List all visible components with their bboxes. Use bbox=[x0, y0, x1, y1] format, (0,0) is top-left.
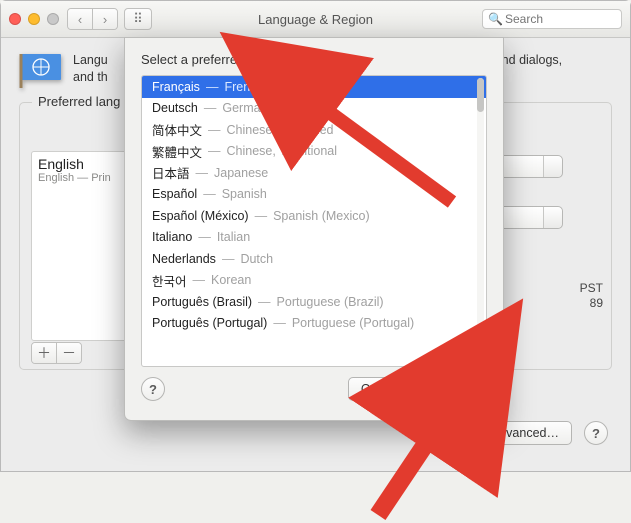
grid-icon: ⠿ bbox=[133, 11, 143, 27]
cancel-button-label: Cancel bbox=[361, 382, 400, 396]
advanced-button[interactable]: Advanced… bbox=[478, 421, 572, 445]
language-picker-list[interactable]: Français—FrenchDeutsch—German简体中文—Chines… bbox=[141, 75, 487, 367]
search-icon: 🔍 bbox=[488, 12, 503, 26]
language-native: Français bbox=[152, 80, 200, 94]
add-language-sheet: Select a preferred language to add: Fran… bbox=[124, 37, 504, 421]
language-native: Português (Brasil) bbox=[152, 295, 252, 309]
minus-icon: － bbox=[62, 343, 76, 363]
scrollbar-thumb[interactable] bbox=[477, 78, 484, 112]
remove-language-button[interactable]: － bbox=[56, 343, 81, 363]
traffic-lights bbox=[9, 13, 59, 25]
language-option[interactable]: Deutsch — German bbox=[142, 98, 486, 120]
language-option[interactable]: 日本語 — Japanese bbox=[142, 162, 486, 184]
language-english: Italian bbox=[217, 230, 250, 244]
nav-back-forward: ‹ › bbox=[67, 8, 118, 30]
language-native: 繁體中文 bbox=[152, 142, 202, 161]
dash-separator: — bbox=[204, 101, 217, 115]
forward-button[interactable]: › bbox=[92, 9, 117, 29]
dash-separator: — bbox=[255, 209, 268, 223]
language-native: 한국어 bbox=[152, 271, 187, 290]
language-option[interactable]: 한국어 — Korean bbox=[142, 270, 486, 292]
chevron-left-icon: ‹ bbox=[78, 12, 82, 27]
dash-separator: — bbox=[273, 316, 286, 330]
language-option[interactable]: Français — French bbox=[142, 76, 486, 98]
header-line1-left: Langu bbox=[73, 53, 108, 67]
language-native: 简体中文 bbox=[152, 120, 202, 139]
search-wrap: 🔍 bbox=[482, 9, 622, 29]
search-input[interactable] bbox=[482, 9, 622, 29]
language-native: Deutsch bbox=[152, 101, 198, 115]
language-option[interactable]: 简体中文 — Chinese, Simplified bbox=[142, 119, 486, 141]
language-option[interactable]: Português (Brasil) — Portuguese (Brazil) bbox=[142, 291, 486, 313]
dash-separator: — bbox=[193, 273, 206, 287]
language-english: Japanese bbox=[214, 166, 268, 180]
help-button[interactable]: ? bbox=[584, 421, 608, 445]
add-language-button[interactable]: ＋ bbox=[32, 343, 56, 363]
scrollbar-track bbox=[477, 78, 484, 364]
add-button[interactable]: Add bbox=[423, 377, 487, 401]
dash-separator: — bbox=[206, 80, 219, 94]
un-flag-icon bbox=[19, 52, 63, 90]
language-english: Chinese, Traditional bbox=[227, 144, 337, 158]
header-line1-right: and dialogs, bbox=[495, 53, 562, 67]
language-option[interactable]: Español — Spanish bbox=[142, 184, 486, 206]
language-native: Español (México) bbox=[152, 209, 249, 223]
language-option[interactable]: 繁體中文 — Chinese, Traditional bbox=[142, 141, 486, 163]
group-label: Preferred lang bbox=[32, 94, 126, 109]
advanced-button-label: Advanced… bbox=[491, 426, 559, 440]
language-native: Italiano bbox=[152, 230, 192, 244]
titlebar: ‹ › ⠿ Language & Region 🔍 bbox=[1, 1, 630, 38]
help-icon: ? bbox=[149, 382, 157, 397]
language-english: Portuguese (Portugal) bbox=[292, 316, 414, 330]
language-native: Nederlands bbox=[152, 252, 216, 266]
language-native: Português (Portugal) bbox=[152, 316, 267, 330]
language-english: Portuguese (Brazil) bbox=[277, 295, 384, 309]
language-native: Español bbox=[152, 187, 197, 201]
status-pst: PST bbox=[580, 281, 603, 295]
language-native: 日本語 bbox=[152, 163, 190, 182]
dash-separator: — bbox=[196, 166, 209, 180]
sheet-footer: ? Cancel Add bbox=[141, 377, 487, 401]
language-english: German bbox=[222, 101, 267, 115]
dash-separator: — bbox=[222, 252, 235, 266]
status-89: 89 bbox=[590, 296, 603, 310]
dash-separator: — bbox=[208, 144, 221, 158]
chevron-right-icon: › bbox=[103, 12, 107, 27]
sheet-title: Select a preferred language to add: bbox=[141, 52, 487, 67]
close-window-button[interactable] bbox=[9, 13, 21, 25]
language-english: French bbox=[224, 80, 263, 94]
dash-separator: — bbox=[203, 187, 216, 201]
header-line2: and th bbox=[73, 70, 108, 84]
dash-separator: — bbox=[258, 295, 271, 309]
language-option[interactable]: Italiano — Italian bbox=[142, 227, 486, 249]
language-option[interactable]: Nederlands — Dutch bbox=[142, 248, 486, 270]
preferences-window: ‹ › ⠿ Language & Region 🔍 Langu an bbox=[0, 0, 631, 472]
help-icon: ? bbox=[592, 426, 600, 441]
language-option[interactable]: Español (México) — Spanish (Mexico) bbox=[142, 205, 486, 227]
show-all-button[interactable]: ⠿ bbox=[124, 8, 152, 30]
sheet-help-button[interactable]: ? bbox=[141, 377, 165, 401]
language-english: Korean bbox=[211, 273, 251, 287]
minimize-window-button[interactable] bbox=[28, 13, 40, 25]
language-english: Spanish (Mexico) bbox=[273, 209, 370, 223]
language-option[interactable]: Português (Portugal) — Portuguese (Portuga… bbox=[142, 313, 486, 335]
plus-icon: ＋ bbox=[37, 343, 51, 363]
back-button[interactable]: ‹ bbox=[68, 9, 92, 29]
language-english: Spanish bbox=[222, 187, 267, 201]
language-english: Chinese, Simplified bbox=[227, 123, 334, 137]
dash-separator: — bbox=[198, 230, 211, 244]
add-button-label: Add bbox=[444, 382, 466, 396]
dash-separator: — bbox=[208, 123, 221, 137]
add-remove-toolbar: ＋ － bbox=[31, 342, 82, 364]
language-english: Dutch bbox=[240, 252, 273, 266]
zoom-window-button[interactable] bbox=[47, 13, 59, 25]
cancel-button[interactable]: Cancel bbox=[348, 377, 413, 401]
